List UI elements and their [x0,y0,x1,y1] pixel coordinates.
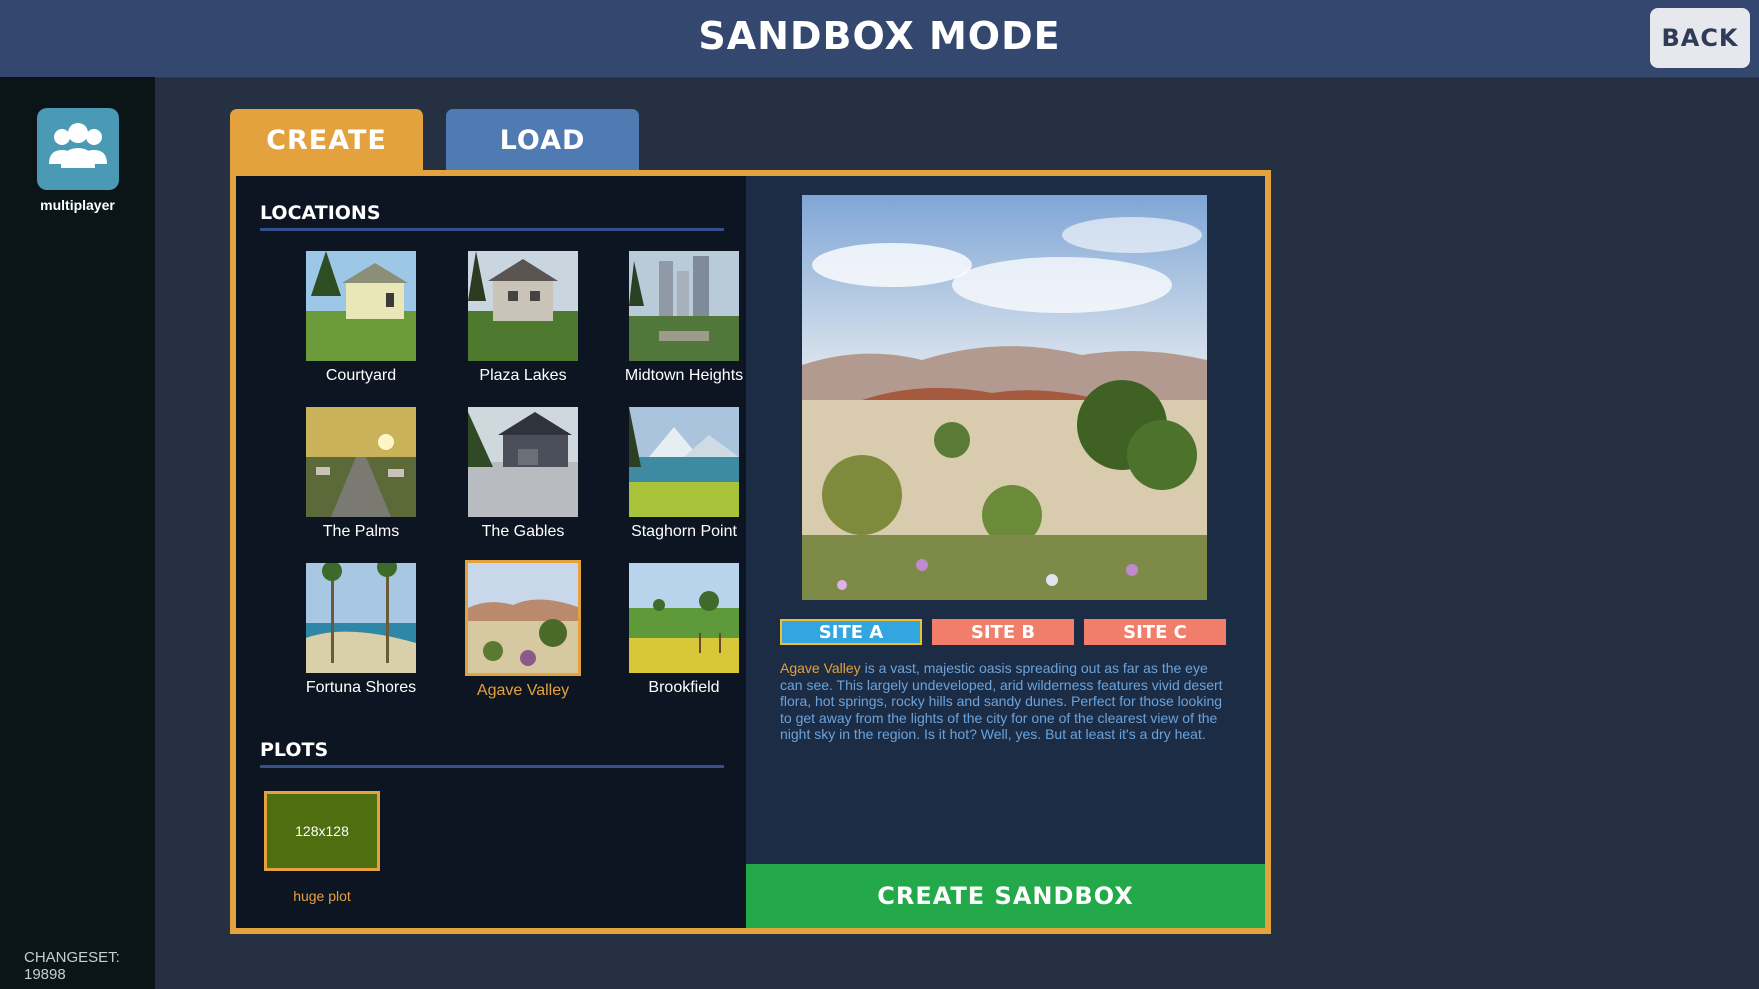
location-thumbnail [306,251,416,361]
location-thumbnail [629,251,739,361]
back-button[interactable]: BACK [1650,8,1750,68]
location-thumbnail [306,407,416,517]
location-thumbnail [465,560,581,676]
site-a-button[interactable]: SITE A [780,619,922,645]
location-name: Courtyard [325,367,397,384]
location-agave-valley[interactable]: Agave Valley [448,560,598,700]
locations-title: LOCATIONS [260,202,381,224]
create-sandbox-button[interactable]: CREATE SANDBOX [746,864,1265,928]
location-staghorn-point[interactable]: Staghorn Point [609,407,759,541]
site-c-button[interactable]: SITE C [1084,619,1226,645]
tab-load[interactable]: LOAD [446,109,639,171]
location-thumbnail [629,563,739,673]
plot-128x128[interactable]: 128x128 [264,791,380,871]
location-brookfield[interactable]: Brookfield [609,563,759,697]
location-midtown-heights[interactable]: Midtown Heights [609,251,759,385]
location-the-palms[interactable]: The Palms [286,407,436,541]
location-name: Brookfield [648,679,720,696]
multiplayer-icon [49,123,107,168]
location-the-gables[interactable]: The Gables [448,407,598,541]
location-fortuna-shores[interactable]: Fortuna Shores [286,557,436,697]
location-thumbnail [629,407,739,517]
location-thumbnail [468,407,578,517]
location-plaza-lakes[interactable]: Plaza Lakes [448,251,598,385]
multiplayer-label: multiplayer [40,197,115,213]
location-name: Midtown Heights [624,367,744,384]
description-location-name: Agave Valley [780,660,861,676]
location-name: Agave Valley [476,682,570,699]
locations-divider [260,228,724,231]
location-courtyard[interactable]: Courtyard [286,251,436,385]
location-description: Agave Valley is a vast, majestic oasis s… [780,660,1230,743]
sidebar: multiplayer CHANGESET: 19898 [0,77,155,989]
tab-create[interactable]: CREATE [230,109,423,171]
sandbox-panel: LOCATIONS Courtyard Plaza Lakes Midtown … [230,170,1271,934]
locations-pane: LOCATIONS Courtyard Plaza Lakes Midtown … [236,176,746,928]
site-b-button[interactable]: SITE B [932,619,1074,645]
multiplayer-button[interactable] [37,108,119,190]
changeset-label: CHANGESET: 19898 [24,949,120,983]
plots-divider [260,765,724,768]
location-name: The Gables [481,523,565,540]
plot-label: huge plot [293,888,351,904]
location-name: The Palms [322,523,400,540]
top-bar: SANDBOX MODE BACK [0,0,1759,78]
location-detail-pane: SITE A SITE B SITE C Agave Valley is a v… [746,176,1265,928]
location-thumbnail [468,251,578,361]
location-name: Fortuna Shores [305,679,417,696]
plots-title: PLOTS [260,739,329,761]
page-title: SANDBOX MODE [698,14,1061,58]
location-name: Staghorn Point [631,523,737,540]
location-preview-image [802,195,1207,600]
location-name: Plaza Lakes [479,367,567,384]
location-thumbnail [306,557,416,673]
